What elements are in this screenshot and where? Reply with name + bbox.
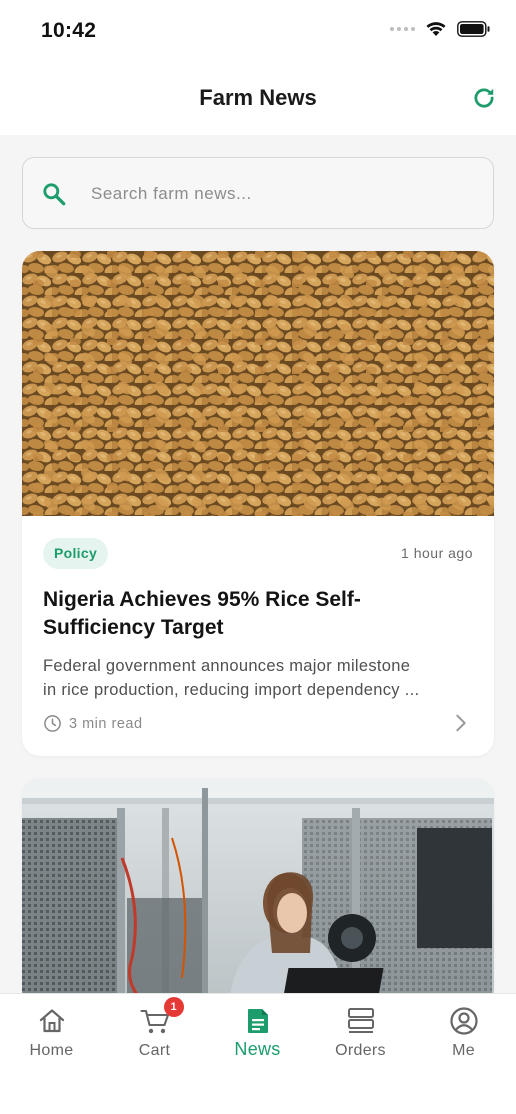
home-icon <box>39 1009 64 1033</box>
news-card[interactable] <box>22 778 494 1008</box>
article-title: Nigeria Achieves 95% Rice Self- Sufficie… <box>43 586 463 642</box>
search-input[interactable] <box>91 178 471 210</box>
app-header: Farm News <box>0 62 516 135</box>
read-time: 3 min read <box>69 715 143 732</box>
tab-orders[interactable]: Orders <box>309 994 412 1074</box>
wheat-grains-photo <box>22 251 494 516</box>
time-ago: 1 hour ago <box>401 545 473 561</box>
status-time: 10:42 <box>41 19 97 42</box>
cellular-signal-icon <box>390 26 415 31</box>
clock-icon <box>44 715 61 732</box>
chevron-right-icon[interactable] <box>450 712 472 734</box>
article-title-line: Nigeria Achieves 95% Rice Self- <box>43 588 361 611</box>
search-bar[interactable] <box>22 157 494 229</box>
tab-label: News <box>234 1039 281 1059</box>
refresh-icon <box>474 88 494 108</box>
cart-badge: 1 <box>163 997 184 1017</box>
article-description-line: Federal government announces major miles… <box>43 657 411 675</box>
profile-icon <box>449 1007 478 1035</box>
orders-icon <box>347 1008 374 1033</box>
tab-label: Cart <box>138 1042 171 1059</box>
tab-home[interactable]: Home <box>0 994 103 1074</box>
article-title-line: Sufficiency Target <box>43 616 224 639</box>
lab-researcher-photo <box>22 778 494 1008</box>
status-bar: 10:42 <box>0 0 516 62</box>
news-icon <box>247 1009 268 1033</box>
search-icon <box>43 183 66 206</box>
news-card-body: Policy 1 hour ago Nigeria Achieves 95% R… <box>22 516 494 756</box>
refresh-button[interactable] <box>470 84 498 112</box>
category-badge: Policy <box>43 538 109 569</box>
battery-icon <box>457 20 490 37</box>
tab-news[interactable]: News <box>206 994 309 1074</box>
bottom-tab-bar: Home 1 Cart News Orders Me <box>0 993 516 1114</box>
article-description-line: in rice production, reducing import depe… <box>43 681 420 699</box>
tab-me[interactable]: Me <box>412 994 515 1074</box>
page-title: Farm News <box>199 85 317 110</box>
wifi-icon <box>426 22 446 36</box>
status-icons <box>390 20 490 37</box>
read-time-row: 3 min read <box>43 714 143 733</box>
article-description: Federal government announces major miles… <box>43 654 473 702</box>
tab-label: Orders <box>335 1042 386 1059</box>
tab-label: Home <box>29 1042 74 1059</box>
news-card[interactable]: Policy 1 hour ago Nigeria Achieves 95% R… <box>22 251 494 756</box>
tab-cart[interactable]: 1 Cart <box>103 994 206 1074</box>
tab-label: Me <box>452 1042 475 1059</box>
